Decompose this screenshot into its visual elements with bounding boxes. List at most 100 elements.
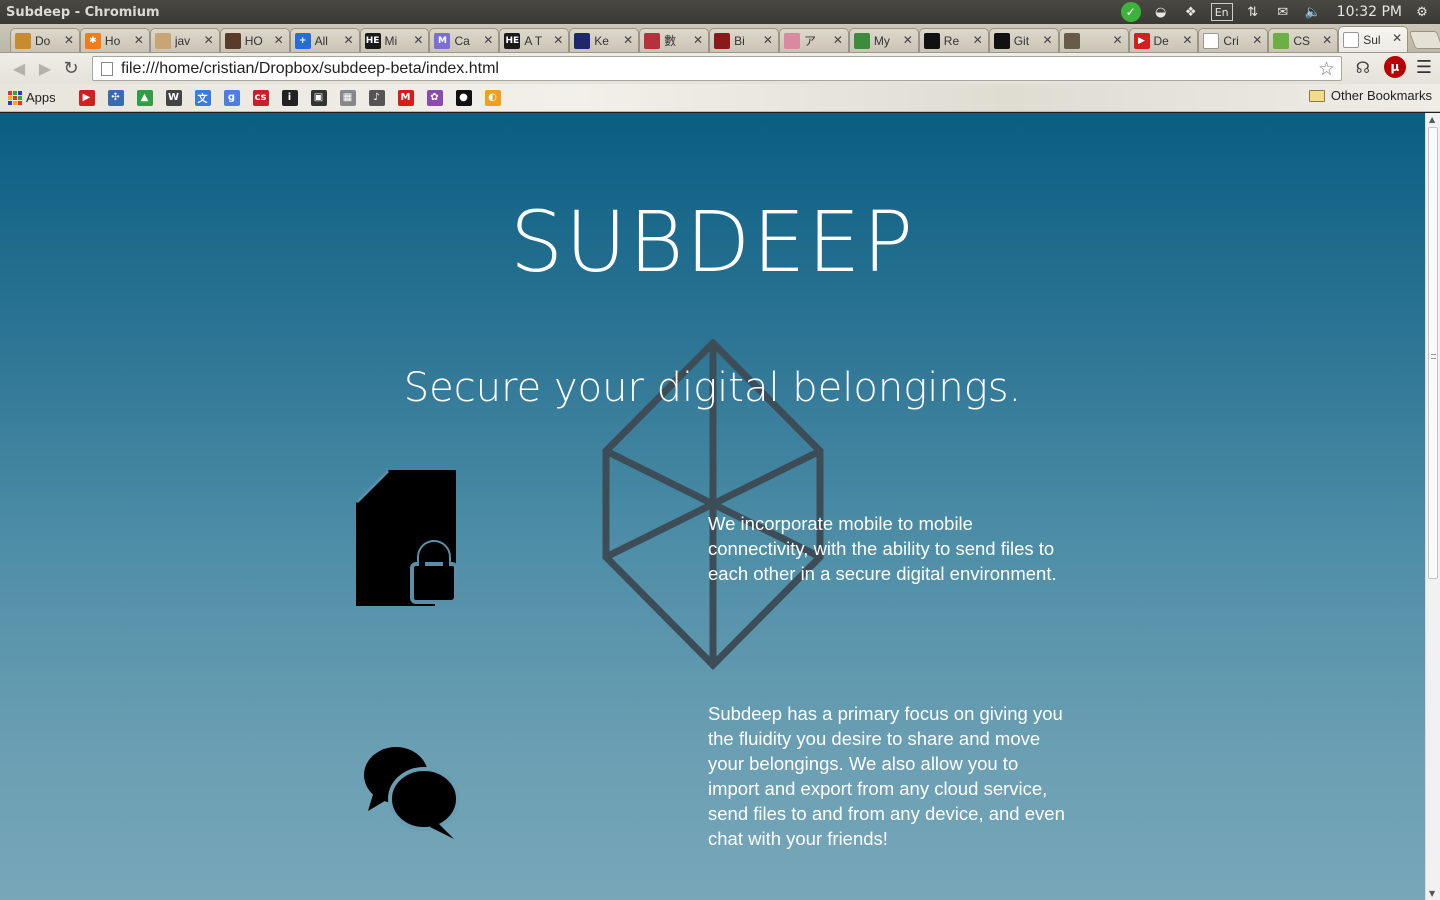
bookmark-wikipedia[interactable]: W [159,88,188,108]
tab-close-icon[interactable]: ✕ [343,33,353,47]
vertical-scrollbar[interactable]: ▲ ▼ [1425,113,1440,900]
tab-favicon-icon: ▶ [1133,32,1150,49]
new-tab-button[interactable] [1408,31,1440,49]
extension-headphones-icon[interactable]: ☊ [1352,56,1374,78]
tab-close-icon[interactable]: ✕ [134,33,144,47]
mail-icon[interactable]: ✉ [1273,2,1293,22]
apps-shortcut[interactable]: Apps [8,90,72,105]
tab-favicon-icon [1203,32,1220,49]
ublock-icon[interactable]: μ [1383,56,1406,78]
tab-close-icon[interactable]: ✕ [833,33,843,47]
url-text[interactable]: file:///home/cristian/Dropbox/subdeep-be… [121,60,499,78]
bookmark-15-icon: ◐ [484,89,501,106]
browser-tab[interactable]: Ke ✕ [569,28,640,52]
tab-close-icon[interactable]: ✕ [1252,33,1262,47]
tab-close-icon[interactable]: ✕ [763,33,773,47]
bookmark-bookmark-7[interactable]: cs [246,88,275,108]
tab-close-icon[interactable]: ✕ [1182,33,1192,47]
scroll-down-arrow-icon[interactable]: ▼ [1429,889,1435,898]
bookmark-info[interactable]: i [275,88,304,108]
bookmark-bookmark-12[interactable]: M [391,88,420,108]
bookmark-2-icon: ✣ [107,89,124,106]
clock[interactable]: 10:32 PM [1337,4,1402,20]
tab-label: CS [1293,33,1310,48]
bookmark-bookmark-2[interactable]: ✣ [101,88,130,108]
bookmark-bookmark-15[interactable]: ◐ [478,88,507,108]
scrollbar-thumb[interactable] [1428,127,1438,579]
tab-label: Git [1013,33,1030,48]
window-title: Subdeep - Chromium [6,4,160,20]
browser-tab[interactable]: ✕ [1058,28,1129,52]
browser-tab[interactable]: CS ✕ [1268,28,1339,52]
tab-close-icon[interactable]: ✕ [274,33,284,47]
page-icon [101,61,113,76]
browser-tab[interactable]: HE A T ✕ [499,28,570,52]
tab-favicon-icon [923,32,940,49]
tab-close-icon[interactable]: ✕ [1043,33,1053,47]
settings-gear-icon[interactable]: ⚙ [1412,2,1432,22]
bookmark-bookmark-13[interactable]: ✿ [420,88,449,108]
scrollbar-grip [1431,354,1436,359]
browser-tab[interactable]: M Ca ✕ [429,28,500,52]
browser-tab[interactable]: jav ✕ [149,28,220,52]
network-icon[interactable]: ⇅ [1243,2,1263,22]
address-bar[interactable]: file:///home/cristian/Dropbox/subdeep-be… [92,56,1342,81]
other-bookmarks-folder[interactable]: Other Bookmarks [1308,88,1432,103]
tab-favicon-icon [644,32,661,49]
browser-tab[interactable]: + All ✕ [289,28,360,52]
bookmark-google-drive[interactable]: ▲ [130,88,159,108]
bookmark-bookmark-9[interactable]: ▣ [304,88,333,108]
tab-close-icon[interactable]: ✕ [413,33,423,47]
bookmark-youtube[interactable]: ▶ [72,88,101,108]
tab-close-icon[interactable]: ✕ [1112,33,1122,47]
browser-tab[interactable]: Bi ✕ [709,28,779,52]
tab-close-icon[interactable]: ✕ [64,33,74,47]
tab-favicon-icon [574,32,591,49]
tab-favicon-icon [154,32,171,49]
browser-tab[interactable]: Cri ✕ [1198,28,1269,52]
tab-label: ア [803,34,816,48]
dropbox-icon[interactable]: ❖ [1181,2,1201,22]
scroll-up-arrow-icon[interactable]: ▲ [1429,115,1435,124]
browser-tab[interactable]: ア ✕ [778,28,849,52]
bookmark-star-icon[interactable]: ☆ [1318,58,1335,80]
back-button[interactable]: ◀ [6,57,32,81]
wikipedia-icon: W [165,89,182,106]
tab-label: Ho [104,33,121,48]
browser-tab[interactable]: My ✕ [848,28,919,52]
tab-close-icon[interactable]: ✕ [204,33,214,47]
forward-button[interactable]: ▶ [32,57,58,81]
chrome-menu-icon[interactable]: ☰ [1416,57,1432,78]
reload-button[interactable]: ↻ [58,57,84,81]
browser-tab[interactable]: HO ✕ [219,28,290,52]
sync-icon[interactable]: ◒ [1151,2,1171,22]
tab-close-icon[interactable]: ✕ [973,33,983,47]
tab-close-icon[interactable]: ✕ [1322,33,1332,47]
keyboard-language-indicator[interactable]: En [1210,3,1233,21]
tab-favicon-icon: HE [364,32,381,49]
browser-tab[interactable]: ✱ Ho ✕ [79,28,150,52]
update-check-icon[interactable]: ✓ [1120,2,1141,22]
tab-close-icon[interactable]: ✕ [1392,31,1402,45]
tab-close-icon[interactable]: ✕ [693,33,703,47]
tab-close-icon[interactable]: ✕ [623,33,633,47]
bookmark-github[interactable]: ● [449,88,478,108]
browser-tab[interactable]: Sul ✕ [1338,26,1409,52]
bookmark-bookmark-10[interactable]: ▦ [333,88,362,108]
bookmark-translate[interactable]: 文 [188,88,217,108]
browser-tab[interactable]: Do ✕ [10,28,80,52]
browser-tab[interactable]: ▶ De ✕ [1128,28,1199,52]
browser-tab[interactable]: Re ✕ [918,28,989,52]
browser-tab[interactable]: 數 ✕ [639,28,710,52]
volume-icon[interactable]: 🔈 [1303,2,1323,22]
tab-favicon-icon [853,32,870,49]
tab-close-icon[interactable]: ✕ [483,33,493,47]
browser-tab-strip: Do ✕ ✱ Ho ✕ jav ✕ HO ✕ + All ✕ HE Mi ✕ M Ca ✕ HE A T ✕ Ke ✕ 數 ✕ B… [0,24,1440,53]
bookmark-google[interactable]: g [217,88,246,108]
browser-tab[interactable]: HE Mi ✕ [359,28,430,52]
tab-close-icon[interactable]: ✕ [553,33,563,47]
browser-tab[interactable]: Git ✕ [988,28,1059,52]
bookmarks-bar: Apps ▶ ✣ ▲ W 文 g cs i ▣ ▦ ♪ M ✿ ● ◐ Other Bookmarks [0,84,1440,112]
tab-close-icon[interactable]: ✕ [903,33,913,47]
bookmark-music[interactable]: ♪ [362,88,391,108]
